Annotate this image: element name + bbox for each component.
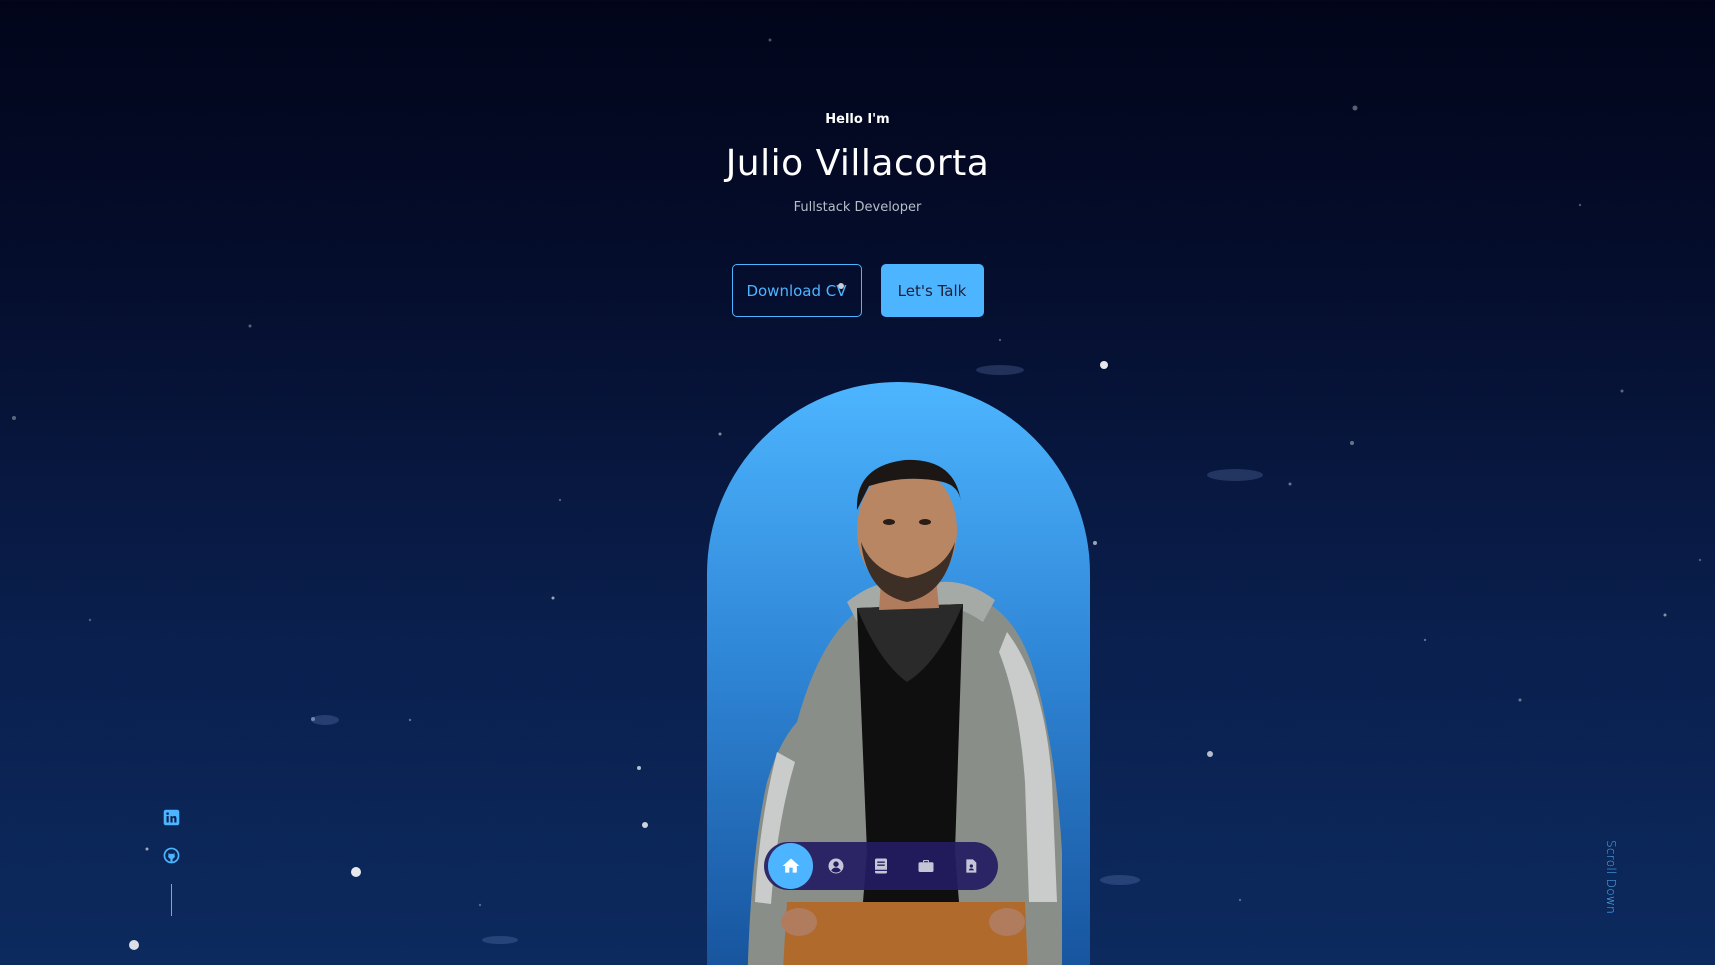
- social-links: [160, 808, 182, 916]
- briefcase-icon: [918, 860, 934, 872]
- lets-talk-button[interactable]: Let's Talk: [880, 264, 984, 317]
- cta-buttons: Download CV Let's Talk: [0, 264, 1715, 317]
- linkedin-icon: [163, 809, 179, 825]
- download-cv-button[interactable]: Download CV: [731, 264, 862, 317]
- nav-contact[interactable]: [949, 843, 994, 889]
- user-icon: [828, 858, 844, 874]
- home-icon: [782, 858, 799, 873]
- github-link[interactable]: [162, 846, 180, 864]
- bottom-nav: [764, 842, 998, 890]
- greeting-text: Hello I'm: [825, 112, 890, 127]
- nav-experience[interactable]: [858, 843, 903, 889]
- social-divider-line: [170, 884, 172, 916]
- hero-header: Hello I'm Julio Villacorta Fullstack Dev…: [0, 112, 1715, 215]
- hero-role: Fullstack Developer: [793, 200, 922, 215]
- nav-home[interactable]: [768, 843, 814, 889]
- hero-name: Julio Villacorta: [725, 143, 990, 184]
- scroll-down-link[interactable]: Scroll Down: [1588, 840, 1618, 920]
- book-icon: [875, 858, 887, 874]
- nav-portfolio[interactable]: [904, 843, 949, 889]
- nav-about[interactable]: [813, 843, 858, 889]
- contact-icon: [966, 859, 977, 873]
- github-icon: [163, 847, 179, 863]
- linkedin-link[interactable]: [162, 808, 180, 826]
